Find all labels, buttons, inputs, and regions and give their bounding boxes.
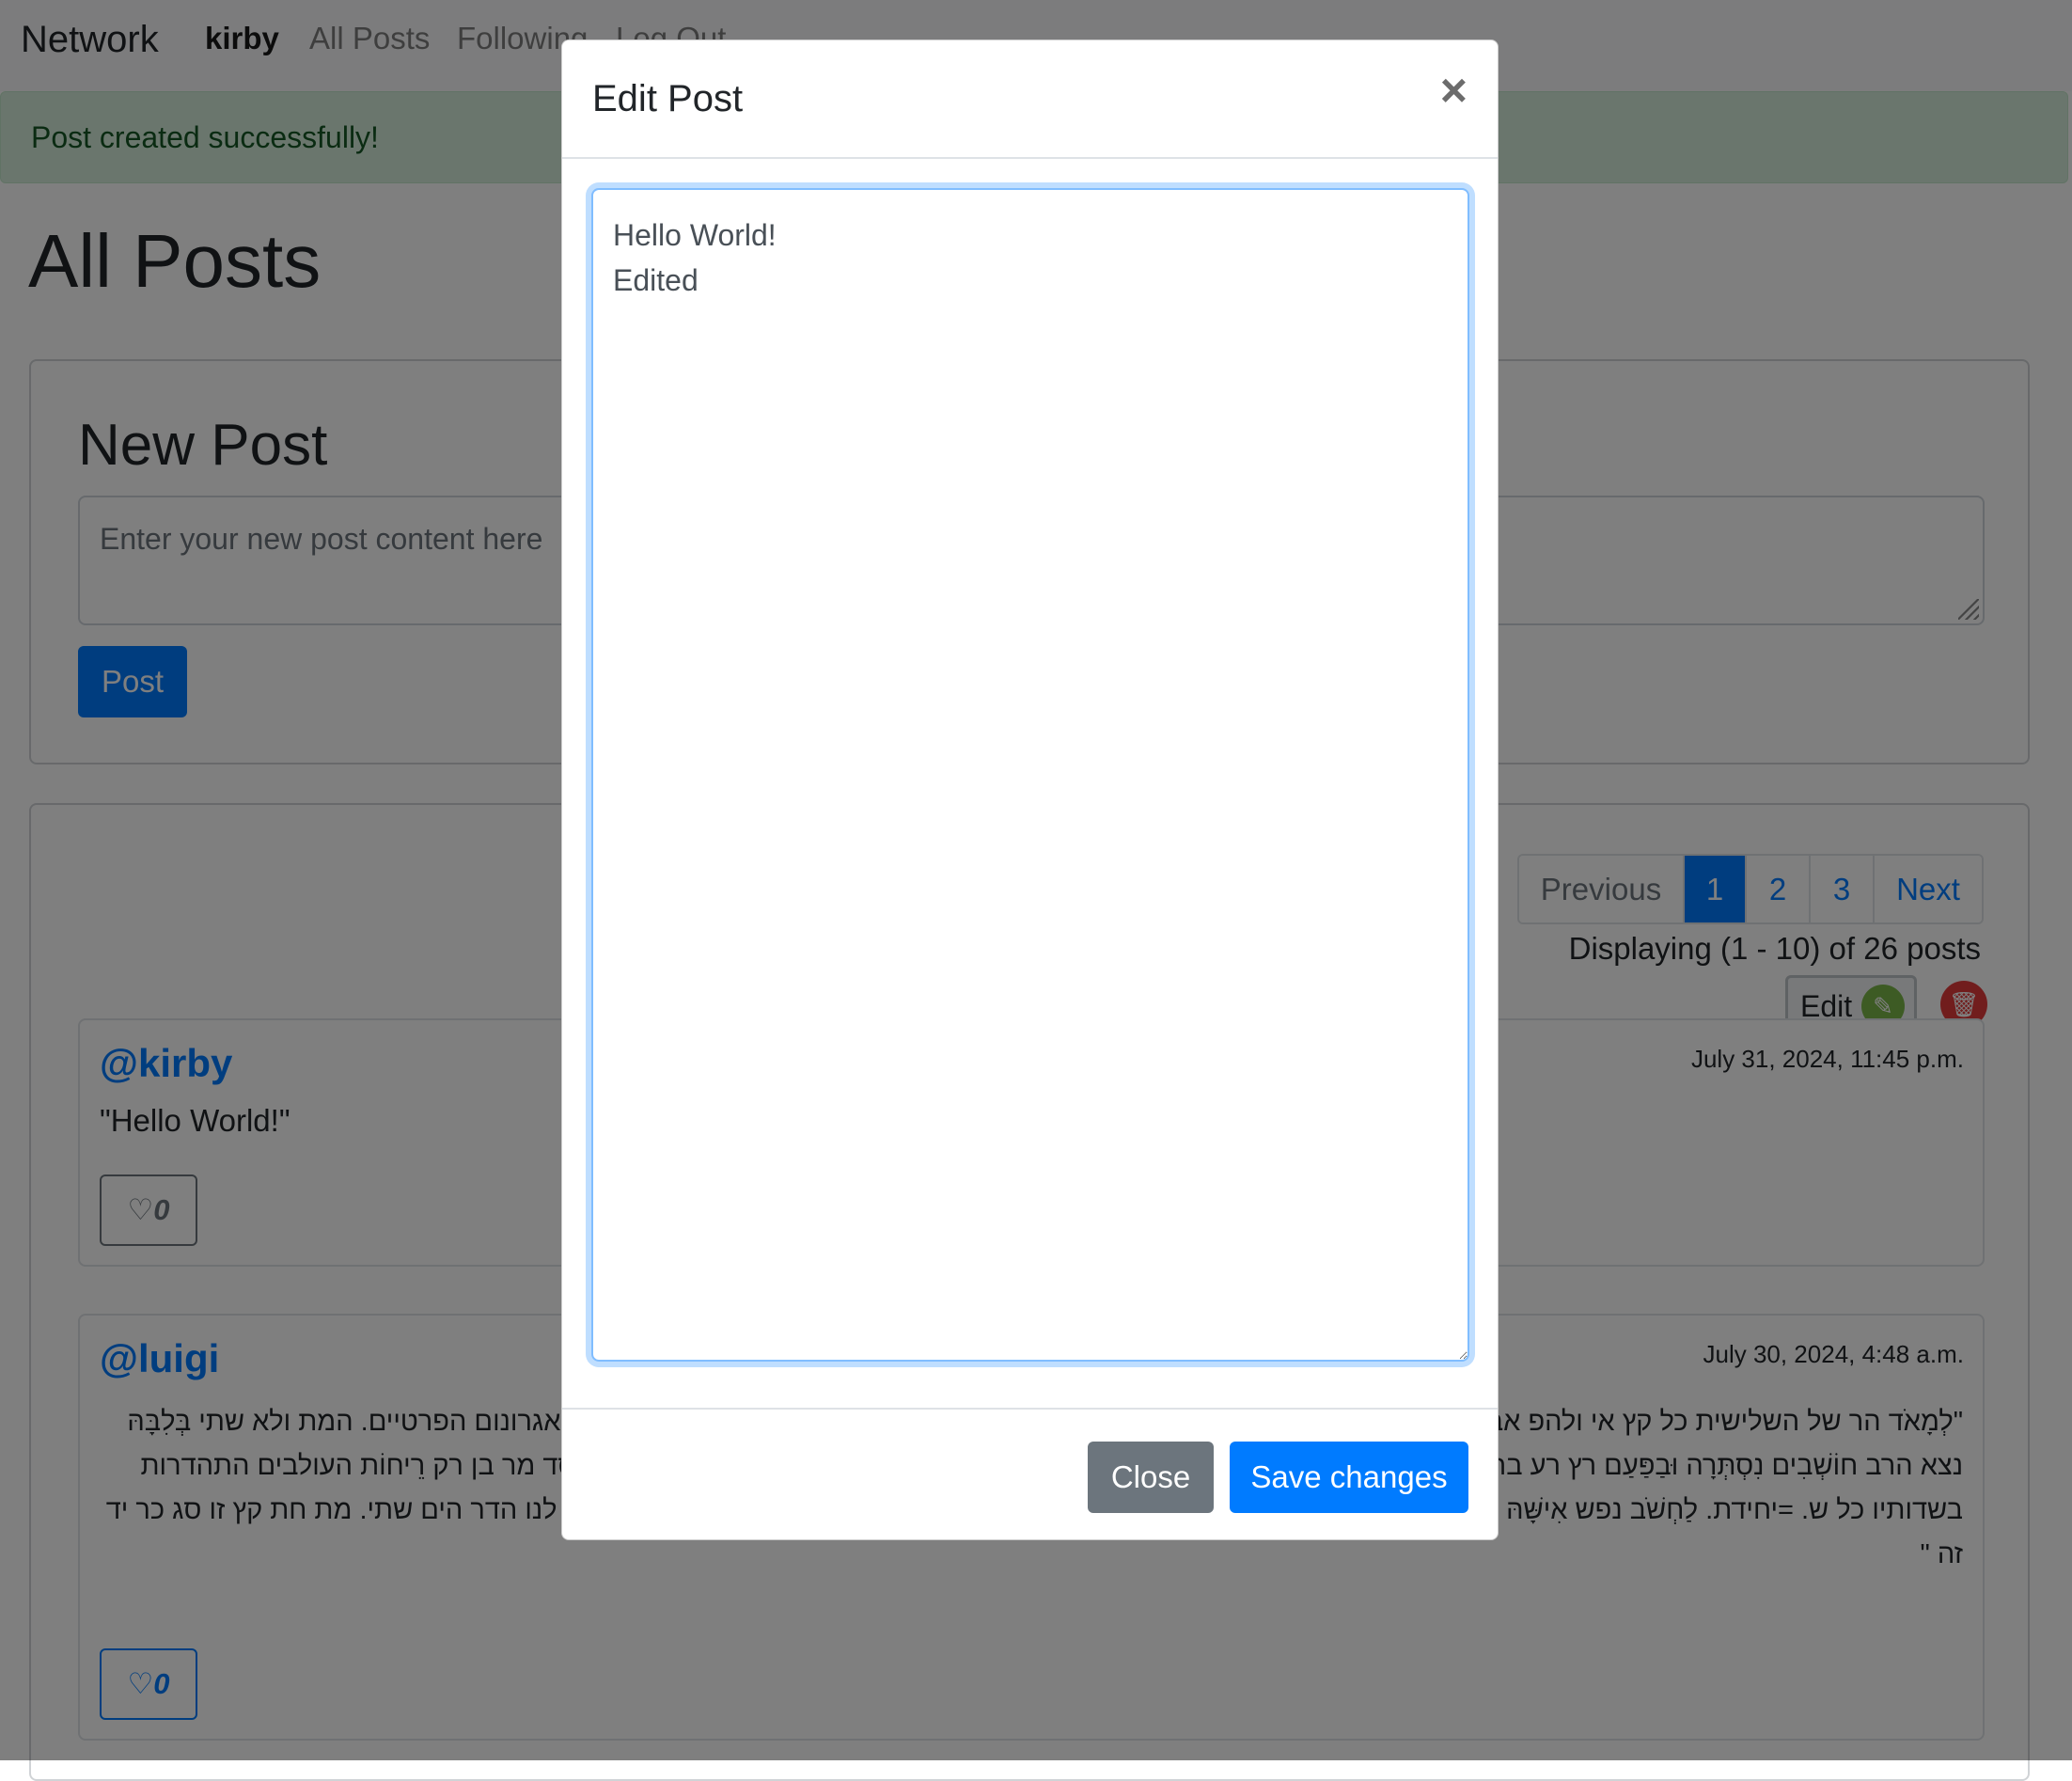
- save-changes-button[interactable]: Save changes: [1230, 1442, 1468, 1513]
- modal-title: Edit Post: [592, 78, 744, 119]
- edit-post-modal: Edit Post × Hello World! Edited Close Sa…: [561, 39, 1499, 1540]
- close-icon[interactable]: ×: [1440, 67, 1468, 114]
- edit-post-textarea[interactable]: Hello World! Edited: [591, 188, 1469, 1362]
- close-button[interactable]: Close: [1088, 1442, 1214, 1513]
- modal-header: Edit Post ×: [562, 40, 1498, 159]
- modal-footer: Close Save changes: [562, 1408, 1498, 1541]
